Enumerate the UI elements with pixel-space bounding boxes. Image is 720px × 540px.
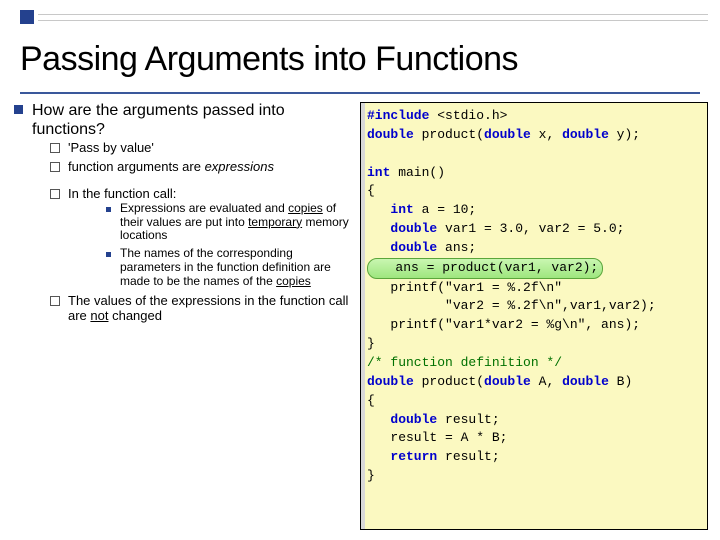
code-kw: double [562, 127, 609, 142]
code-kw: double [367, 374, 414, 389]
sub-sub-bullet: Expressions are evaluated and copies of … [102, 202, 354, 243]
code: a = 10; [414, 202, 476, 217]
code-kw: double [367, 221, 437, 236]
content-area: How are the arguments passed into functi… [14, 102, 708, 530]
code-highlight: ans = product(var1, var2); [367, 258, 603, 279]
sub-bullet: The values of the expressions in the fun… [50, 293, 354, 324]
text: function arguments are [68, 159, 205, 174]
text-underline: copies [288, 201, 323, 215]
text-underline: temporary [248, 215, 302, 229]
code: { [367, 183, 375, 198]
decorative-square [20, 10, 34, 24]
code: result; [437, 449, 499, 464]
code: result = A * B; [367, 430, 507, 445]
code-kw: return [367, 449, 437, 464]
code-kw: double [562, 374, 609, 389]
code-kw: double [484, 127, 531, 142]
title-underline [20, 92, 700, 94]
code: <stdio.h> [429, 108, 507, 123]
decorative-line [38, 20, 708, 21]
code-pane: #include <stdio.h> double product(double… [360, 102, 708, 530]
text: Expressions are evaluated and [120, 201, 288, 215]
sub-bullet: In the function call: Expressions are ev… [50, 186, 354, 288]
code: } [367, 336, 375, 351]
code: main() [390, 165, 445, 180]
decorative-line [38, 14, 708, 15]
bullet-column: How are the arguments passed into functi… [14, 102, 354, 530]
slide-title: Passing Arguments into Functions [20, 40, 700, 79]
sub-bullet: 'Pass by value' [50, 140, 354, 155]
text: changed [108, 308, 162, 323]
code: B) [609, 374, 632, 389]
text-underline: not [90, 308, 108, 323]
code-kw: double [367, 412, 437, 427]
text: 'Pass by value' [68, 140, 154, 155]
sub-sub-bullet: The names of the corresponding parameter… [102, 247, 354, 288]
code-kw: double [367, 240, 437, 255]
pane-stripe [361, 103, 365, 529]
code-comment: /* function definition */ [367, 355, 562, 370]
code-kw: int [367, 202, 414, 217]
code: result; [437, 412, 499, 427]
code: var1 = 3.0, var2 = 5.0; [437, 221, 624, 236]
main-bullet: How are the arguments passed into functi… [14, 102, 354, 323]
code: } [367, 468, 375, 483]
code: { [367, 393, 375, 408]
code: y); [609, 127, 640, 142]
sub-bullet: function arguments are expressions [50, 159, 354, 174]
code-kw: double [367, 127, 414, 142]
code: A, [531, 374, 562, 389]
code-kw: int [367, 165, 390, 180]
code: printf("var1*var2 = %g\n", ans); [367, 317, 640, 332]
code: x, [531, 127, 562, 142]
code: product( [414, 127, 484, 142]
code: ans; [437, 240, 476, 255]
code-kw: double [484, 374, 531, 389]
text: In the function call: [68, 186, 176, 201]
code: printf("var1 = %.2f\n" [367, 280, 562, 295]
question-text: How are the arguments passed into functi… [32, 102, 285, 138]
code: product( [414, 374, 484, 389]
code: "var2 = %.2f\n",var1,var2); [367, 298, 656, 313]
code-kw: #include [367, 108, 429, 123]
text-underline: copies [276, 274, 311, 288]
text-emphasis: expressions [205, 159, 274, 174]
